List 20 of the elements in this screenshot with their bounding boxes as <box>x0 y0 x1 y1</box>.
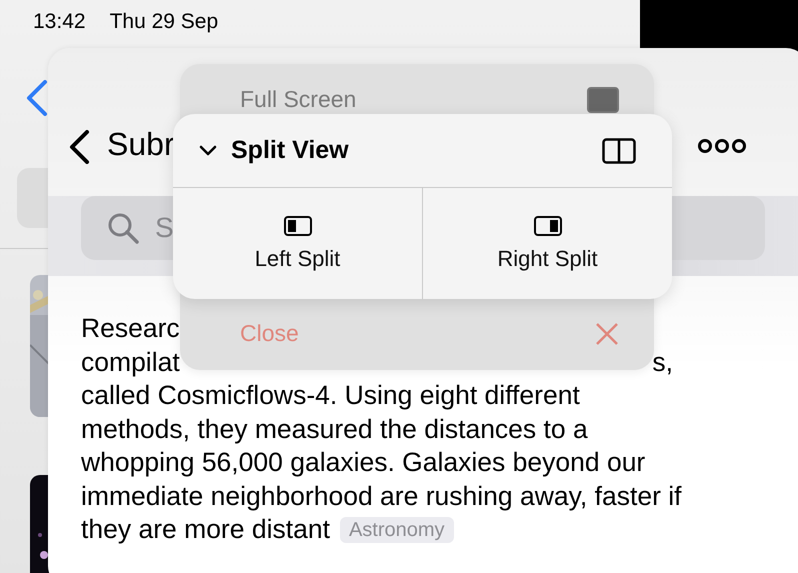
search-icon <box>107 212 139 244</box>
right-split-option[interactable]: Right Split <box>422 188 672 299</box>
more-icon[interactable] <box>697 138 747 154</box>
back-chevron-icon[interactable] <box>68 130 90 164</box>
close-icon <box>595 322 619 346</box>
right-split-icon <box>534 216 562 236</box>
fullscreen-icon <box>587 86 619 112</box>
window-title: Subr <box>107 126 175 163</box>
article-paragraph-end: they are more distant <box>81 514 330 544</box>
status-date: Thu 29 Sep <box>110 10 218 34</box>
split-view-icon <box>602 138 636 164</box>
search-field[interactable] <box>17 168 48 228</box>
text-fragment: compilat <box>81 346 180 378</box>
category-tag: Astronomy <box>340 517 454 543</box>
clock-time: 13:42 <box>33 10 86 34</box>
text-fragment: Researc <box>81 312 180 345</box>
left-split-icon <box>284 216 312 236</box>
text-fragment: s, <box>652 346 673 378</box>
left-split-option[interactable]: Left Split <box>173 188 422 299</box>
split-view-header[interactable]: Split View <box>173 114 672 188</box>
